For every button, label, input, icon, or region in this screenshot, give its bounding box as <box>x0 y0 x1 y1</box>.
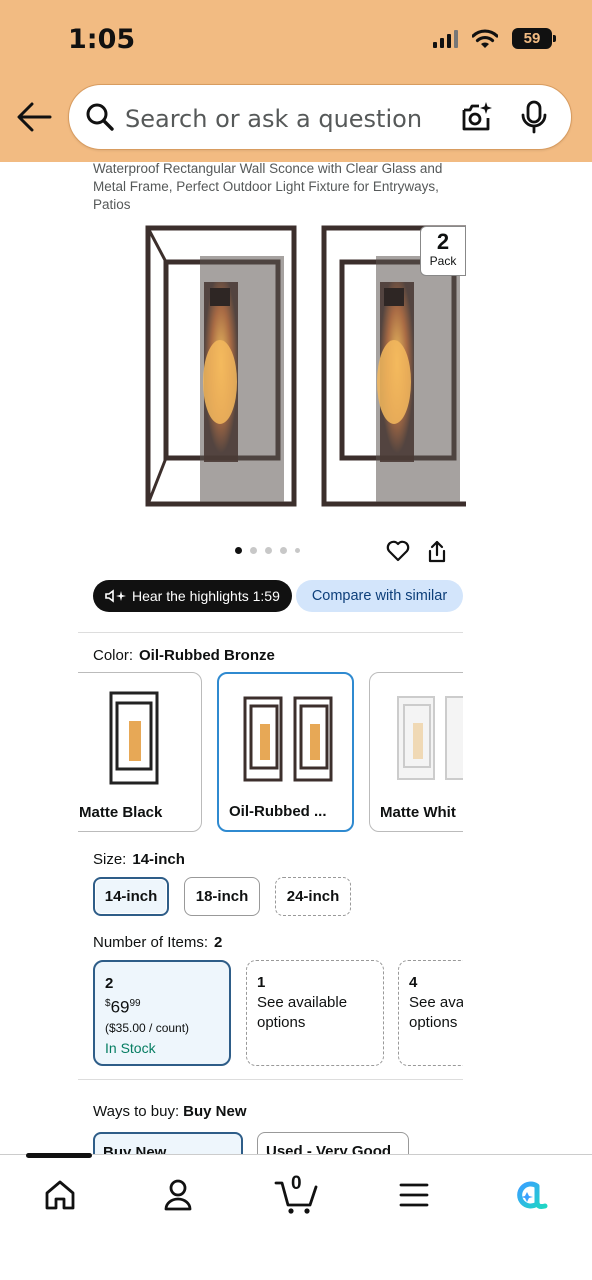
color-option-matte-black[interactable]: Matte Black <box>60 672 202 832</box>
size-selected: 14-inch <box>132 851 185 868</box>
nav-cart[interactable]: 0 <box>274 1173 320 1215</box>
heart-icon[interactable] <box>386 540 410 562</box>
price-per-count: ($35.00 / count) <box>105 1020 190 1035</box>
divider <box>78 1079 463 1080</box>
bottom-navigation: 0 <box>0 1153 592 1280</box>
pack-count: 2 <box>436 229 450 254</box>
item-price: $6999 <box>105 994 219 1018</box>
product-title: Waterproof Rectangular Wall Sconce with … <box>93 161 443 212</box>
item-count: 2 <box>105 975 114 992</box>
carousel-dot[interactable] <box>250 547 257 554</box>
item-note: See available options <box>257 994 348 1031</box>
carousel-dot[interactable] <box>235 547 242 554</box>
hear-highlights-label: Hear the highlights 1:59 <box>132 588 280 604</box>
size-option-14-inch[interactable]: 14-inch <box>93 877 169 916</box>
items-row: Number of Items: 2 <box>93 934 222 951</box>
swatch-label: Matte Whit <box>380 804 456 821</box>
back-arrow-icon[interactable] <box>16 100 52 134</box>
divider <box>78 632 463 633</box>
price-cents: 99 <box>129 998 141 1009</box>
pack-label: Pack <box>429 254 457 268</box>
ways-to-buy-label: Ways to buy: <box>93 1103 180 1120</box>
pack-badge: 2 Pack <box>420 226 466 276</box>
active-tab-indicator <box>26 1153 92 1158</box>
hear-highlights-button[interactable]: Hear the highlights 1:59 <box>93 580 292 612</box>
home-icon <box>45 1180 75 1210</box>
nav-account[interactable] <box>158 1175 198 1215</box>
content-edge-mask-left <box>0 660 78 850</box>
share-icon[interactable] <box>426 540 448 564</box>
stock-status: In Stock <box>105 1039 156 1056</box>
camera-icon[interactable] <box>459 100 493 134</box>
wifi-icon <box>472 28 498 48</box>
price-dollars: 69 <box>110 997 130 1017</box>
carousel-dot[interactable] <box>295 548 300 553</box>
color-row: Color: Oil-Rubbed Bronze <box>93 647 275 664</box>
color-selected: Oil-Rubbed Bronze <box>139 647 275 664</box>
items-selected: 2 <box>214 934 223 951</box>
swatch-image <box>243 696 333 782</box>
rufus-ai-icon <box>517 1181 548 1209</box>
account-icon <box>164 1179 192 1211</box>
header: 1:05 59 Search or ask a question <box>0 0 592 162</box>
carousel-dot[interactable] <box>265 547 272 554</box>
items-option-1[interactable]: 1 See available options <box>246 960 384 1066</box>
color-option-oil-rubbed-bronze[interactable]: Oil-Rubbed ... <box>217 672 354 832</box>
nav-rufus[interactable] <box>511 1175 551 1215</box>
search-input[interactable]: Search or ask a question <box>125 105 422 133</box>
items-label: Number of Items: <box>93 934 209 951</box>
item-count: 1 <box>257 974 266 991</box>
ways-to-buy-selected: Buy New <box>183 1103 247 1120</box>
status-time: 1:05 <box>68 24 136 55</box>
ways-to-buy-row: Ways to buy: Buy New <box>93 1103 247 1120</box>
cellular-signal-icon <box>433 29 458 48</box>
cart-count: 0 <box>291 1173 302 1194</box>
microphone-icon[interactable] <box>519 100 549 134</box>
nav-menu[interactable] <box>394 1175 434 1215</box>
items-option-2[interactable]: 2 $6999 ($35.00 / count) In Stock <box>93 960 231 1066</box>
size-row: Size: 14-inch <box>93 851 185 868</box>
nav-home[interactable] <box>40 1175 80 1215</box>
search-icon <box>86 103 114 131</box>
search-bar[interactable]: Search or ask a question <box>68 84 572 150</box>
image-carousel-dots[interactable] <box>235 547 300 554</box>
item-note: See ava options <box>409 994 465 1031</box>
status-icons: 59 <box>433 28 556 49</box>
speaker-icon <box>105 589 126 603</box>
carousel-dot[interactable] <box>280 547 287 554</box>
swatch-image <box>109 691 159 785</box>
product-image[interactable] <box>140 222 300 512</box>
size-option-18-inch[interactable]: 18-inch <box>184 877 260 916</box>
color-label: Color: <box>93 647 134 664</box>
battery-icon: 59 <box>512 28 556 49</box>
size-option-24-inch[interactable]: 24-inch <box>275 877 351 916</box>
content-edge-mask <box>463 950 592 1075</box>
swatch-label: Oil-Rubbed ... <box>229 803 327 820</box>
swatch-label: Matte Black <box>79 804 163 821</box>
menu-icon <box>399 1183 429 1207</box>
content-edge-mask <box>463 660 592 850</box>
size-label: Size: <box>93 851 127 868</box>
compare-button[interactable]: Compare with similar <box>296 580 463 612</box>
